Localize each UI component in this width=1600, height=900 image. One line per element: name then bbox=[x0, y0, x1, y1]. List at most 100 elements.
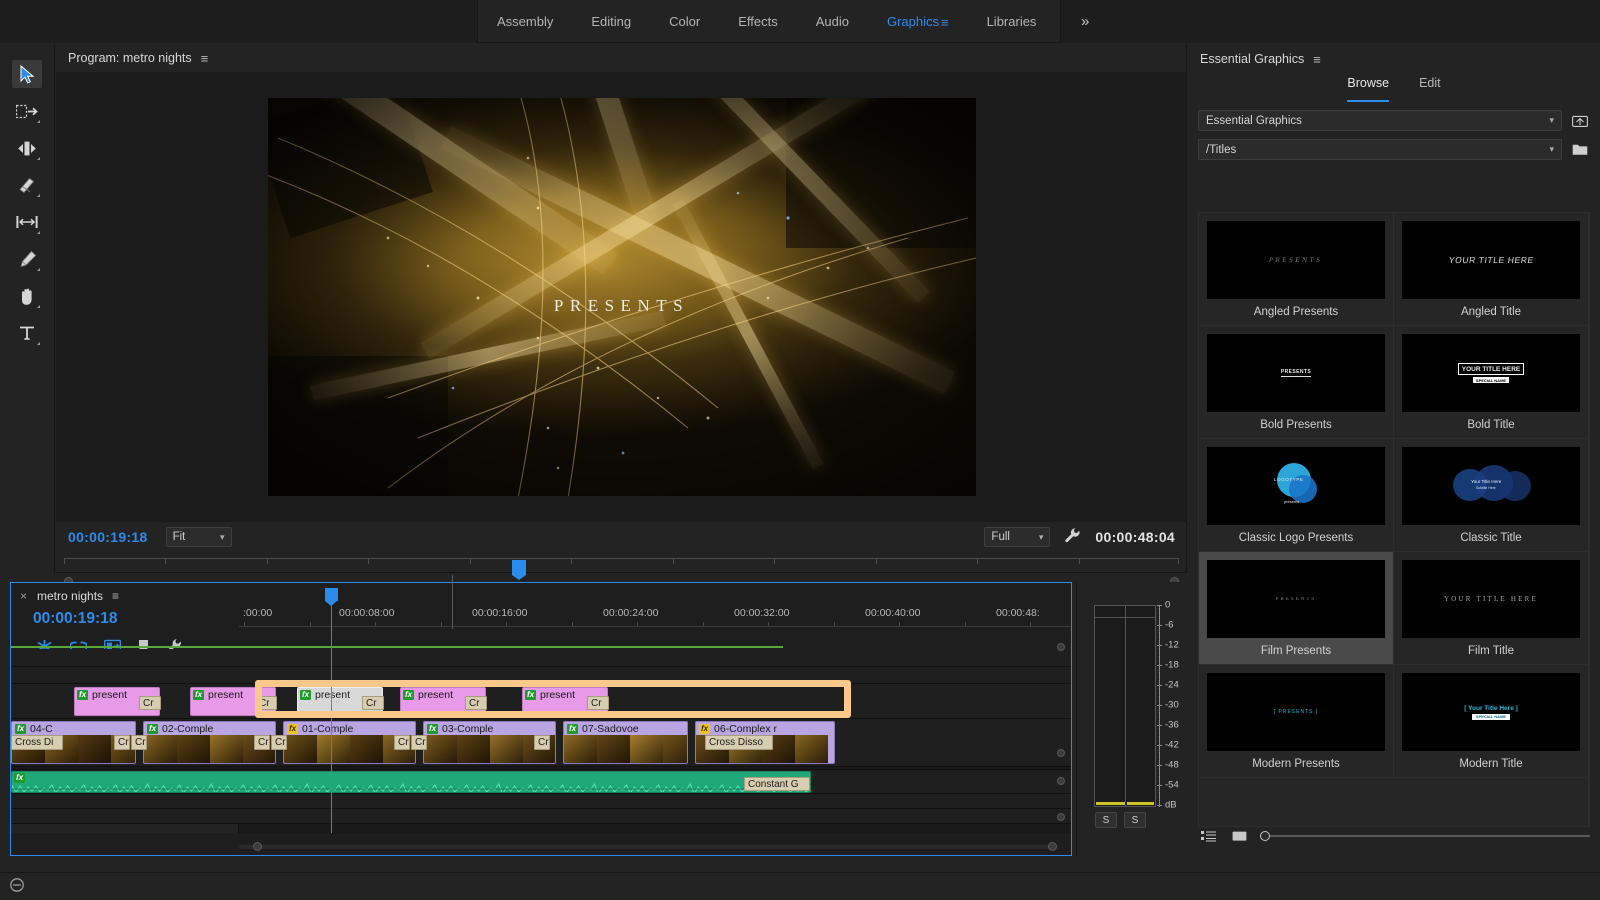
workspace-overflow-button[interactable]: » bbox=[1060, 0, 1600, 43]
thumbnail-view-icon[interactable] bbox=[1229, 826, 1249, 846]
zoom-slider[interactable] bbox=[1260, 835, 1590, 837]
timeline-menu-icon[interactable]: ≡ bbox=[112, 589, 119, 603]
template-thumbnail: PRESENTS bbox=[1207, 334, 1385, 412]
clip-transition[interactable]: Cr bbox=[394, 735, 410, 750]
program-scrubber[interactable] bbox=[56, 552, 1187, 578]
tab-edit[interactable]: Edit bbox=[1419, 76, 1441, 102]
meter-label: -12 bbox=[1165, 640, 1179, 651]
timeline-clip-video[interactable]: fx07-Sadovoe bbox=[563, 721, 688, 764]
clip-transition[interactable]: Cr bbox=[411, 735, 427, 750]
timeline-ruler[interactable]: :00:00 00:00:08:00 00:00:16:00 00:00:24:… bbox=[239, 601, 1071, 627]
workspace-tab-effects[interactable]: Effects bbox=[719, 0, 797, 43]
workspace-menu-icon[interactable]: ≡ bbox=[941, 1, 949, 44]
program-current-timecode[interactable]: 00:00:19:18 bbox=[68, 529, 148, 545]
clip-transition[interactable]: Cr bbox=[587, 696, 609, 710]
timeline-clip-audio[interactable]: fx Constant G bbox=[11, 771, 811, 793]
audio-gain-label[interactable]: Constant G bbox=[744, 777, 810, 791]
lane-v2[interactable]: fxpresent Cr fxpresent Cr fxpresent Cr f… bbox=[11, 684, 1071, 719]
razor-tool[interactable] bbox=[12, 171, 42, 199]
clip-transition[interactable]: Cross Di bbox=[11, 735, 63, 750]
lane-v3[interactable] bbox=[11, 667, 1071, 684]
template-item-angled-title[interactable]: YOUR TITLE HERE Angled Title bbox=[1394, 213, 1589, 326]
template-thumbnail: LOGOTYPE presents bbox=[1207, 447, 1385, 525]
zoom-level-dropdown[interactable]: Fit ▾ bbox=[166, 527, 232, 547]
scrollbar-track[interactable] bbox=[239, 845, 1057, 849]
hand-tool[interactable] bbox=[12, 282, 42, 310]
tool-flyout-indicator bbox=[37, 231, 40, 234]
scrollbar-left-handle[interactable] bbox=[253, 842, 262, 851]
program-scrub-ruler[interactable] bbox=[64, 558, 1179, 571]
settings-wrench-icon[interactable] bbox=[1064, 527, 1081, 547]
template-item-bold-presents[interactable]: PRESENTS Bold Presents bbox=[1199, 326, 1394, 439]
folder-dropdown[interactable]: /Titles ▾ bbox=[1198, 139, 1562, 160]
scrollbar-right-handle[interactable] bbox=[1048, 842, 1057, 851]
tab-browse[interactable]: Browse bbox=[1347, 76, 1389, 102]
template-item-modern-title[interactable]: [ Your Title Here ] SPECIAL NAME Modern … bbox=[1394, 665, 1589, 778]
new-folder-icon[interactable] bbox=[1570, 140, 1590, 160]
clip-transition[interactable]: Cr bbox=[362, 696, 384, 710]
template-item-angled-presents[interactable]: PRESENTS Angled Presents bbox=[1199, 213, 1394, 326]
scroll-knob-top[interactable] bbox=[1057, 643, 1065, 651]
fx-badge: fx bbox=[14, 773, 25, 783]
clip-transition[interactable]: Cr bbox=[465, 696, 487, 710]
library-dropdown[interactable]: Essential Graphics ▾ bbox=[1198, 110, 1562, 131]
lane-v1[interactable]: fx04-C fx02-Comple f bbox=[11, 719, 1071, 767]
essential-graphics-menu-icon[interactable]: ≡ bbox=[1313, 52, 1321, 67]
audio-meter-clip-indicator[interactable] bbox=[1096, 802, 1154, 805]
scroll-knob-low[interactable] bbox=[1057, 777, 1065, 785]
clip-transition[interactable]: Cr bbox=[131, 735, 147, 750]
template-item-classic-logo-presents[interactable]: LOGOTYPE presents Classic Logo Presents bbox=[1199, 439, 1394, 552]
list-view-icon[interactable] bbox=[1198, 826, 1218, 846]
clip-transition[interactable]: Cr bbox=[114, 735, 130, 750]
clip-label: present bbox=[315, 689, 350, 701]
workspace-tab-graphics[interactable]: Graphics≡ bbox=[868, 0, 968, 43]
selection-tool[interactable] bbox=[12, 60, 42, 88]
lane-a1[interactable]: fx Constant G bbox=[11, 770, 1071, 794]
no-entry-icon[interactable] bbox=[10, 878, 24, 895]
chevron-down-icon: ▾ bbox=[220, 532, 225, 543]
template-item-film-title[interactable]: YOUR TITLE HERE Film Title bbox=[1394, 552, 1589, 665]
template-label: Angled Title bbox=[1461, 306, 1521, 318]
track-select-forward-tool[interactable] bbox=[12, 97, 42, 125]
clip-transition[interactable]: Cr bbox=[255, 696, 277, 710]
ripple-edit-tool[interactable] bbox=[12, 134, 42, 162]
audio-meter-bars[interactable] bbox=[1094, 605, 1156, 807]
lane-a2[interactable] bbox=[11, 794, 1071, 809]
program-monitor-menu-icon[interactable]: ≡ bbox=[201, 51, 209, 66]
workspace-tab-assembly[interactable]: Assembly bbox=[478, 0, 572, 43]
timeline-playhead[interactable] bbox=[331, 601, 332, 833]
sync-library-icon[interactable] bbox=[1570, 111, 1590, 131]
clip-transition[interactable]: Cr bbox=[271, 735, 287, 750]
workspace-tab-audio[interactable]: Audio bbox=[797, 0, 868, 43]
scroll-knob-bottom[interactable] bbox=[1057, 813, 1065, 821]
slip-tool[interactable] bbox=[12, 208, 42, 236]
playhead-handle[interactable] bbox=[325, 588, 338, 601]
solo-button-right[interactable]: S bbox=[1124, 812, 1146, 828]
template-item-modern-presents[interactable]: [ PRESENTS ] Modern Presents bbox=[1199, 665, 1394, 778]
lane-a3[interactable] bbox=[11, 809, 1071, 824]
close-icon[interactable]: × bbox=[20, 589, 27, 603]
clip-transition[interactable]: Cr bbox=[534, 735, 550, 750]
workspace-tab-editing[interactable]: Editing bbox=[572, 0, 650, 43]
timeline-horizontal-scrollbar[interactable] bbox=[239, 842, 1057, 851]
template-item-film-presents[interactable]: PRESENTS Film Presents bbox=[1199, 552, 1394, 665]
solo-button-left[interactable]: S bbox=[1095, 812, 1117, 828]
template-thumbnail: PRESENTS bbox=[1207, 560, 1385, 638]
clip-transition[interactable]: Cross Disso bbox=[705, 735, 773, 750]
program-video-frame[interactable]: PRESENTS bbox=[268, 98, 976, 496]
workspace-tab-libraries[interactable]: Libraries bbox=[968, 0, 1056, 43]
clip-label: present bbox=[208, 689, 243, 701]
clip-transition[interactable]: Cr bbox=[254, 735, 270, 750]
type-tool[interactable] bbox=[12, 319, 42, 347]
scroll-knob-mid[interactable] bbox=[1057, 749, 1065, 757]
zoom-slider-knob[interactable] bbox=[1260, 831, 1270, 841]
pen-tool[interactable] bbox=[12, 245, 42, 273]
template-item-classic-title[interactable]: Your Title Here Subtitle Here Classic Ti… bbox=[1394, 439, 1589, 552]
workspace-tab-color[interactable]: Color bbox=[650, 0, 719, 43]
template-item-bold-title[interactable]: YOUR TITLE HERE SPECIAL NAME Bold Title bbox=[1394, 326, 1589, 439]
program-duration-timecode[interactable]: 00:00:48:04 bbox=[1095, 529, 1175, 545]
lane-v4[interactable] bbox=[11, 649, 1071, 667]
playback-resolution-dropdown[interactable]: Full ▾ bbox=[984, 527, 1050, 547]
program-playhead-marker[interactable] bbox=[512, 560, 526, 575]
clip-transition[interactable]: Cr bbox=[139, 696, 161, 710]
